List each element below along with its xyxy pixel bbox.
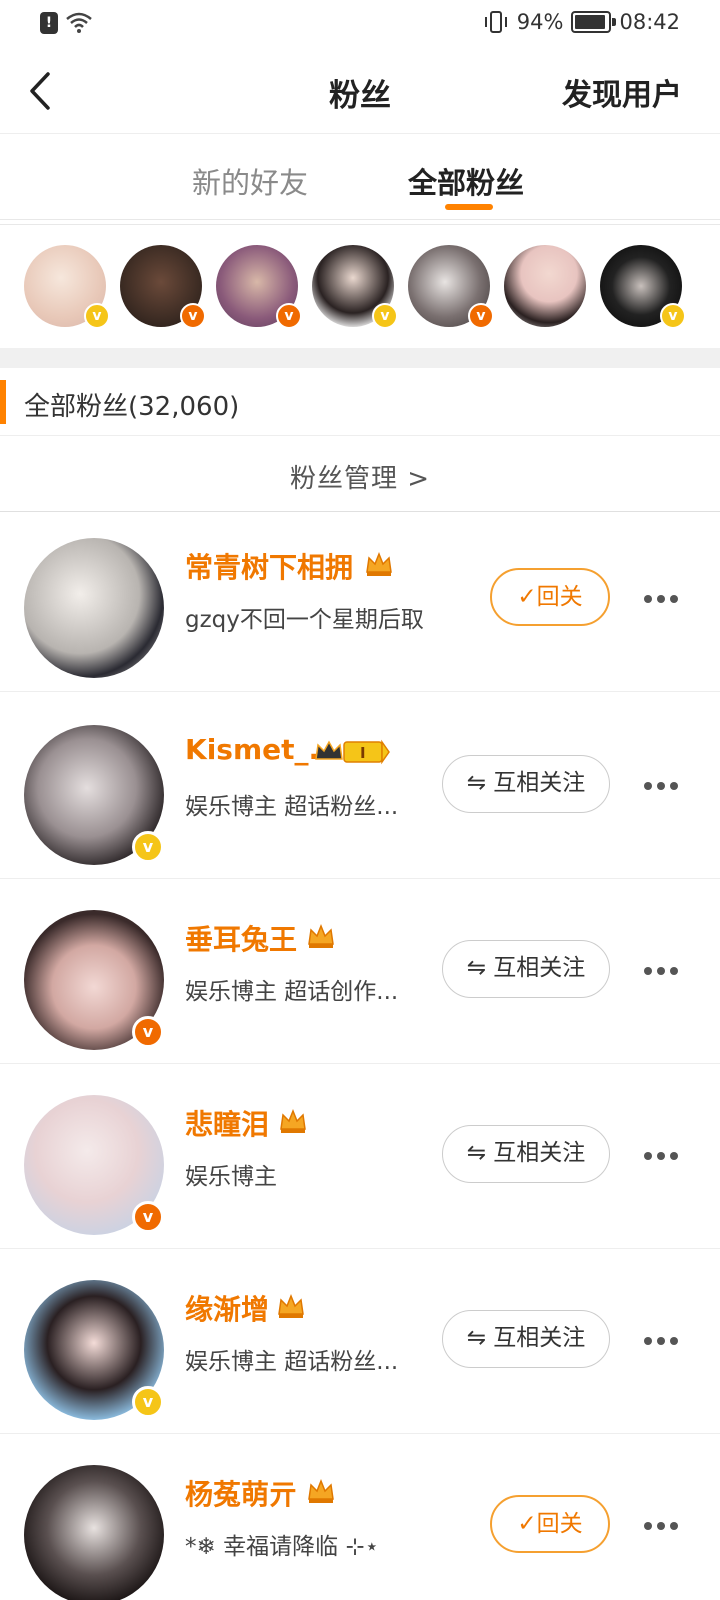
more-icon[interactable]	[644, 960, 688, 978]
fan-name[interactable]: 杨菟萌亓	[185, 1473, 297, 1513]
recent-fans-strip[interactable]: v v v v v v	[0, 224, 720, 348]
fan-description: 娱乐博主 超话粉丝...	[185, 794, 399, 820]
fan-management-row[interactable]: 粉丝管理 >	[0, 436, 720, 512]
crown-icon	[278, 1293, 304, 1318]
nav-bar: 粉丝 发现用户	[0, 48, 720, 134]
fan-name[interactable]: 悲瞳泪	[185, 1103, 269, 1143]
fans-count-title: 全部粉丝(32,060)	[24, 392, 240, 422]
section-accent-bar	[0, 380, 6, 424]
crown-icon	[308, 1478, 334, 1503]
more-icon[interactable]	[644, 1515, 688, 1533]
more-icon[interactable]	[644, 775, 688, 793]
clock: 08:42	[619, 10, 680, 34]
mutual-follow-button[interactable]: ⇋ 互相关注	[442, 755, 610, 813]
avatar[interactable]	[24, 1465, 164, 1600]
vip-badge-icon: v	[468, 303, 494, 329]
fan-row[interactable]: v 悲瞳泪 娱乐博主 ⇋ 互相关注	[0, 1059, 720, 1249]
more-icon[interactable]	[644, 1145, 688, 1163]
avatar[interactable]	[504, 245, 586, 327]
crown-icon	[366, 551, 392, 576]
svg-text:I: I	[360, 744, 366, 762]
vip-badge-icon: v	[660, 303, 686, 329]
avatar[interactable]: v	[24, 245, 110, 329]
vibrate-icon	[484, 11, 507, 33]
tab-bar: 新的好友 全部粉丝	[0, 134, 720, 220]
alert-icon: !	[40, 12, 58, 34]
fan-description: 娱乐博主 超话粉丝...	[185, 1349, 399, 1375]
follow-back-button[interactable]: ✓回关	[490, 568, 610, 626]
crown-icon	[308, 923, 334, 948]
fan-row[interactable]: 杨菟萌亓 *❄ 幸福请降临 ⊹⋆ ✓回关	[0, 1429, 720, 1600]
battery-percent: 94%	[516, 10, 564, 34]
section-divider	[0, 348, 720, 368]
status-bar: ! 94% 08:42	[0, 0, 720, 48]
avatar[interactable]: v	[312, 245, 398, 329]
avatar[interactable]: v	[120, 245, 206, 329]
fan-description: 娱乐博主 超话创作...	[185, 979, 399, 1005]
vip-badge-icon: v	[276, 303, 302, 329]
battery-icon	[571, 11, 617, 33]
wifi-icon	[66, 12, 92, 33]
follow-back-button[interactable]: ✓回关	[490, 1495, 610, 1553]
avatar[interactable]: v	[216, 245, 302, 329]
mutual-follow-button[interactable]: ⇋ 互相关注	[442, 940, 610, 998]
fan-description: 娱乐博主	[185, 1164, 277, 1190]
fan-row[interactable]: v Kismet_... I 娱乐博主 超话粉丝... ⇋ 互相关注	[0, 689, 720, 879]
avatar[interactable]: v	[408, 245, 494, 329]
vip-badge-icon: v	[132, 831, 164, 863]
fan-description: *❄ 幸福请降临 ⊹⋆	[185, 1534, 380, 1560]
fan-row[interactable]: 常青树下相拥 gzqy不回一个星期后取 ✓回关	[0, 502, 720, 692]
vip-badge-icon: v	[132, 1386, 164, 1418]
crown-icon	[280, 1108, 306, 1133]
more-icon[interactable]	[644, 1330, 688, 1348]
vip-badge-icon: v	[84, 303, 110, 329]
mutual-follow-button[interactable]: ⇋ 互相关注	[442, 1125, 610, 1183]
fan-name[interactable]: 垂耳兔王	[185, 918, 297, 958]
more-icon[interactable]	[644, 588, 688, 606]
fan-name[interactable]: 缘渐增	[185, 1288, 269, 1328]
vip-badge-icon: v	[132, 1016, 164, 1048]
fan-row[interactable]: v 垂耳兔王 娱乐博主 超话创作... ⇋ 互相关注	[0, 874, 720, 1064]
tab-active-indicator	[445, 204, 493, 210]
vip-badge-icon: v	[180, 303, 206, 329]
avatar[interactable]	[24, 538, 164, 678]
mutual-follow-button[interactable]: ⇋ 互相关注	[442, 1310, 610, 1368]
tab-new-friends[interactable]: 新的好友	[192, 160, 308, 202]
section-header: 全部粉丝(32,060)	[0, 368, 720, 436]
fan-management-link[interactable]: 粉丝管理 >	[290, 458, 430, 495]
discover-users-button[interactable]: 发现用户	[562, 70, 682, 114]
avatar[interactable]: v	[600, 245, 686, 329]
vip-badge-icon: v	[132, 1201, 164, 1233]
membership-level-icon: I	[315, 739, 390, 765]
tab-all-fans[interactable]: 全部粉丝	[408, 160, 524, 202]
fan-description: gzqy不回一个星期后取	[185, 607, 424, 633]
fan-row[interactable]: v 缘渐增 娱乐博主 超话粉丝... ⇋ 互相关注	[0, 1244, 720, 1434]
vip-badge-icon: v	[372, 303, 398, 329]
fan-name[interactable]: 常青树下相拥	[185, 546, 353, 586]
